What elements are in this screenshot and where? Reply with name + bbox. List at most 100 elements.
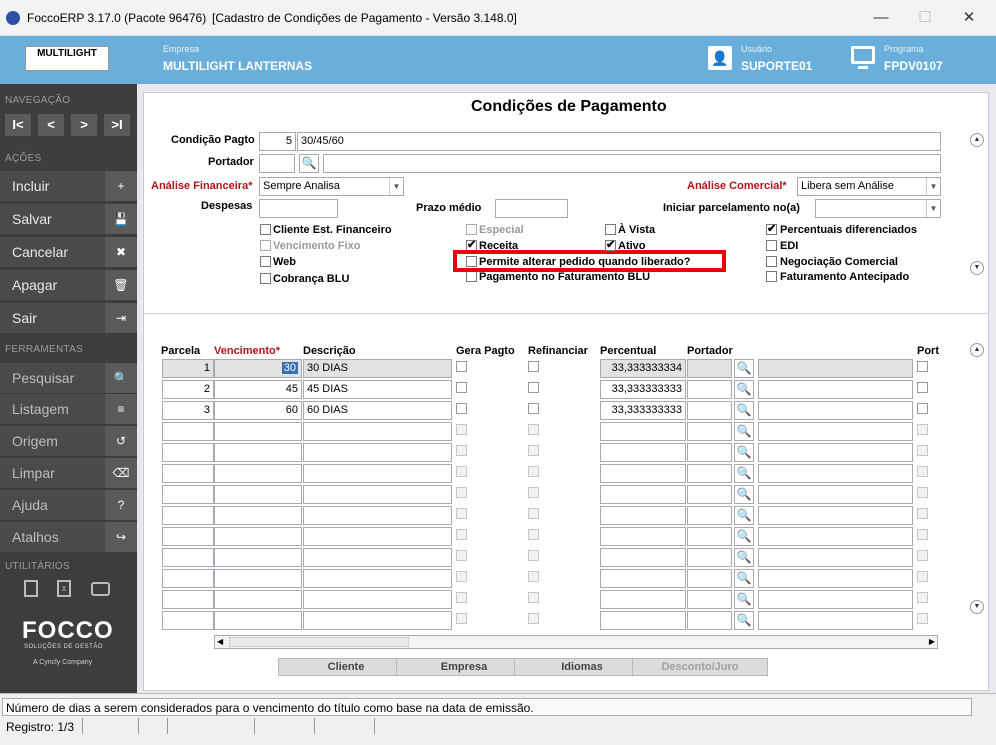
empty-cell[interactable] — [303, 590, 452, 609]
port-checkbox[interactable] — [917, 613, 928, 624]
empty-cell[interactable] — [687, 527, 732, 546]
cobranca-blu-checkbox[interactable] — [260, 273, 271, 284]
refinanciar-checkbox[interactable] — [528, 571, 539, 582]
portador-cell[interactable] — [687, 401, 732, 420]
parcela-cell[interactable]: 3 — [162, 401, 214, 420]
vencimento-cell[interactable]: 30 — [214, 359, 302, 378]
empty-cell[interactable] — [687, 443, 732, 462]
portador-search-icon[interactable]: 🔍 — [734, 590, 754, 609]
limpar-button[interactable]: Limpar ⌫ — [0, 458, 137, 488]
apagar-button[interactable]: Apagar 🗑 — [0, 270, 137, 300]
despesas-input[interactable] — [259, 199, 338, 218]
empty-cell[interactable] — [758, 611, 913, 630]
vencimento-fixo-checkbox[interactable] — [260, 240, 271, 251]
empty-cell[interactable] — [600, 506, 686, 525]
gera-pagto-checkbox[interactable] — [456, 571, 467, 582]
cancelar-button[interactable]: Cancelar ✖ — [0, 237, 137, 267]
empty-cell[interactable] — [758, 590, 913, 609]
empty-cell[interactable] — [687, 422, 732, 441]
grid-scrollbar[interactable] — [970, 342, 984, 614]
refinanciar-checkbox[interactable] — [528, 361, 539, 372]
empty-cell[interactable] — [758, 569, 913, 588]
empty-cell[interactable] — [214, 590, 302, 609]
empty-cell[interactable] — [303, 611, 452, 630]
descricao-cell[interactable]: 60 DIAS — [303, 401, 452, 420]
empty-cell[interactable] — [758, 506, 913, 525]
empty-cell[interactable] — [303, 548, 452, 567]
portador-desc-cell[interactable] — [758, 401, 913, 420]
empty-cell[interactable] — [303, 506, 452, 525]
port-checkbox[interactable] — [917, 466, 928, 477]
refinanciar-checkbox[interactable] — [528, 487, 539, 498]
empty-cell[interactable] — [600, 527, 686, 546]
empty-cell[interactable] — [600, 485, 686, 504]
empty-cell[interactable] — [303, 443, 452, 462]
analise-com-select[interactable]: Libera sem Análise ▼ — [797, 177, 941, 196]
minimize-button[interactable]: — — [858, 0, 904, 36]
sair-button[interactable]: Sair ⇥ — [0, 303, 137, 333]
refinanciar-checkbox[interactable] — [528, 466, 539, 477]
cliente-est-checkbox[interactable] — [260, 224, 271, 235]
refinanciar-checkbox[interactable] — [528, 529, 539, 540]
port-checkbox[interactable] — [917, 592, 928, 603]
excel-icon[interactable]: x — [57, 580, 71, 597]
idiomas-button[interactable]: Idiomas — [514, 658, 650, 676]
port-checkbox[interactable] — [917, 550, 928, 561]
empty-cell[interactable] — [214, 422, 302, 441]
close-button[interactable]: ✕ — [946, 0, 992, 36]
gera-pagto-checkbox[interactable] — [456, 445, 467, 456]
empty-cell[interactable] — [214, 506, 302, 525]
empty-cell[interactable] — [758, 485, 913, 504]
scroll-up-icon[interactable]: ▲ — [970, 343, 984, 357]
port-checkbox[interactable] — [917, 382, 928, 393]
first-record-button[interactable]: I< — [5, 114, 31, 136]
percentual-cell[interactable]: 33,333333333 — [600, 380, 686, 399]
empresa-button[interactable]: Empresa — [396, 658, 532, 676]
empty-cell[interactable] — [214, 611, 302, 630]
portador-cell[interactable] — [687, 380, 732, 399]
empty-cell[interactable] — [600, 611, 686, 630]
portador-desc-cell[interactable] — [758, 380, 913, 399]
empty-cell[interactable] — [758, 548, 913, 567]
empty-cell[interactable] — [758, 422, 913, 441]
gera-pagto-checkbox[interactable] — [456, 403, 467, 414]
port-checkbox[interactable] — [917, 529, 928, 540]
portador-search-icon[interactable]: 🔍 — [734, 359, 754, 378]
empty-cell[interactable] — [600, 464, 686, 483]
analise-fin-select[interactable]: Sempre Analisa ▼ — [259, 177, 404, 196]
empty-cell[interactable] — [214, 443, 302, 462]
next-record-button[interactable]: > — [71, 114, 97, 136]
scroll-up-icon[interactable]: ▲ — [970, 133, 984, 147]
empty-cell[interactable] — [162, 569, 214, 588]
incluir-button[interactable]: Incluir + — [0, 171, 137, 201]
portador-cell[interactable] — [687, 359, 732, 378]
refinanciar-checkbox[interactable] — [528, 592, 539, 603]
gera-pagto-checkbox[interactable] — [456, 613, 467, 624]
portador-code-input[interactable] — [259, 154, 295, 173]
origem-button[interactable]: Origem ↺ — [0, 426, 137, 456]
empty-cell[interactable] — [162, 485, 214, 504]
ativo-checkbox[interactable]: ✔ — [605, 240, 616, 251]
empty-cell[interactable] — [162, 443, 214, 462]
empty-cell[interactable] — [214, 569, 302, 588]
port-checkbox[interactable] — [917, 424, 928, 435]
empty-cell[interactable] — [600, 422, 686, 441]
empty-cell[interactable] — [758, 527, 913, 546]
portador-search-icon[interactable]: 🔍 — [734, 380, 754, 399]
empty-cell[interactable] — [214, 548, 302, 567]
portador-search-icon[interactable]: 🔍 — [734, 422, 754, 441]
scroll-down-icon[interactable]: ▼ — [970, 261, 984, 275]
portador-search-icon[interactable]: 🔍 — [734, 506, 754, 525]
gera-pagto-checkbox[interactable] — [456, 592, 467, 603]
edi-checkbox[interactable] — [766, 240, 777, 251]
maximize-button[interactable]: ☐ — [902, 0, 948, 36]
port-checkbox[interactable] — [917, 361, 928, 372]
prazo-input[interactable] — [495, 199, 568, 218]
salvar-button[interactable]: Salvar 💾 — [0, 204, 137, 234]
especial-checkbox[interactable] — [466, 224, 477, 235]
pesquisar-button[interactable]: Pesquisar 🔍 — [0, 363, 137, 393]
empty-cell[interactable] — [162, 464, 214, 483]
empty-cell[interactable] — [758, 464, 913, 483]
gera-pagto-checkbox[interactable] — [456, 466, 467, 477]
camera-icon[interactable] — [91, 582, 110, 596]
